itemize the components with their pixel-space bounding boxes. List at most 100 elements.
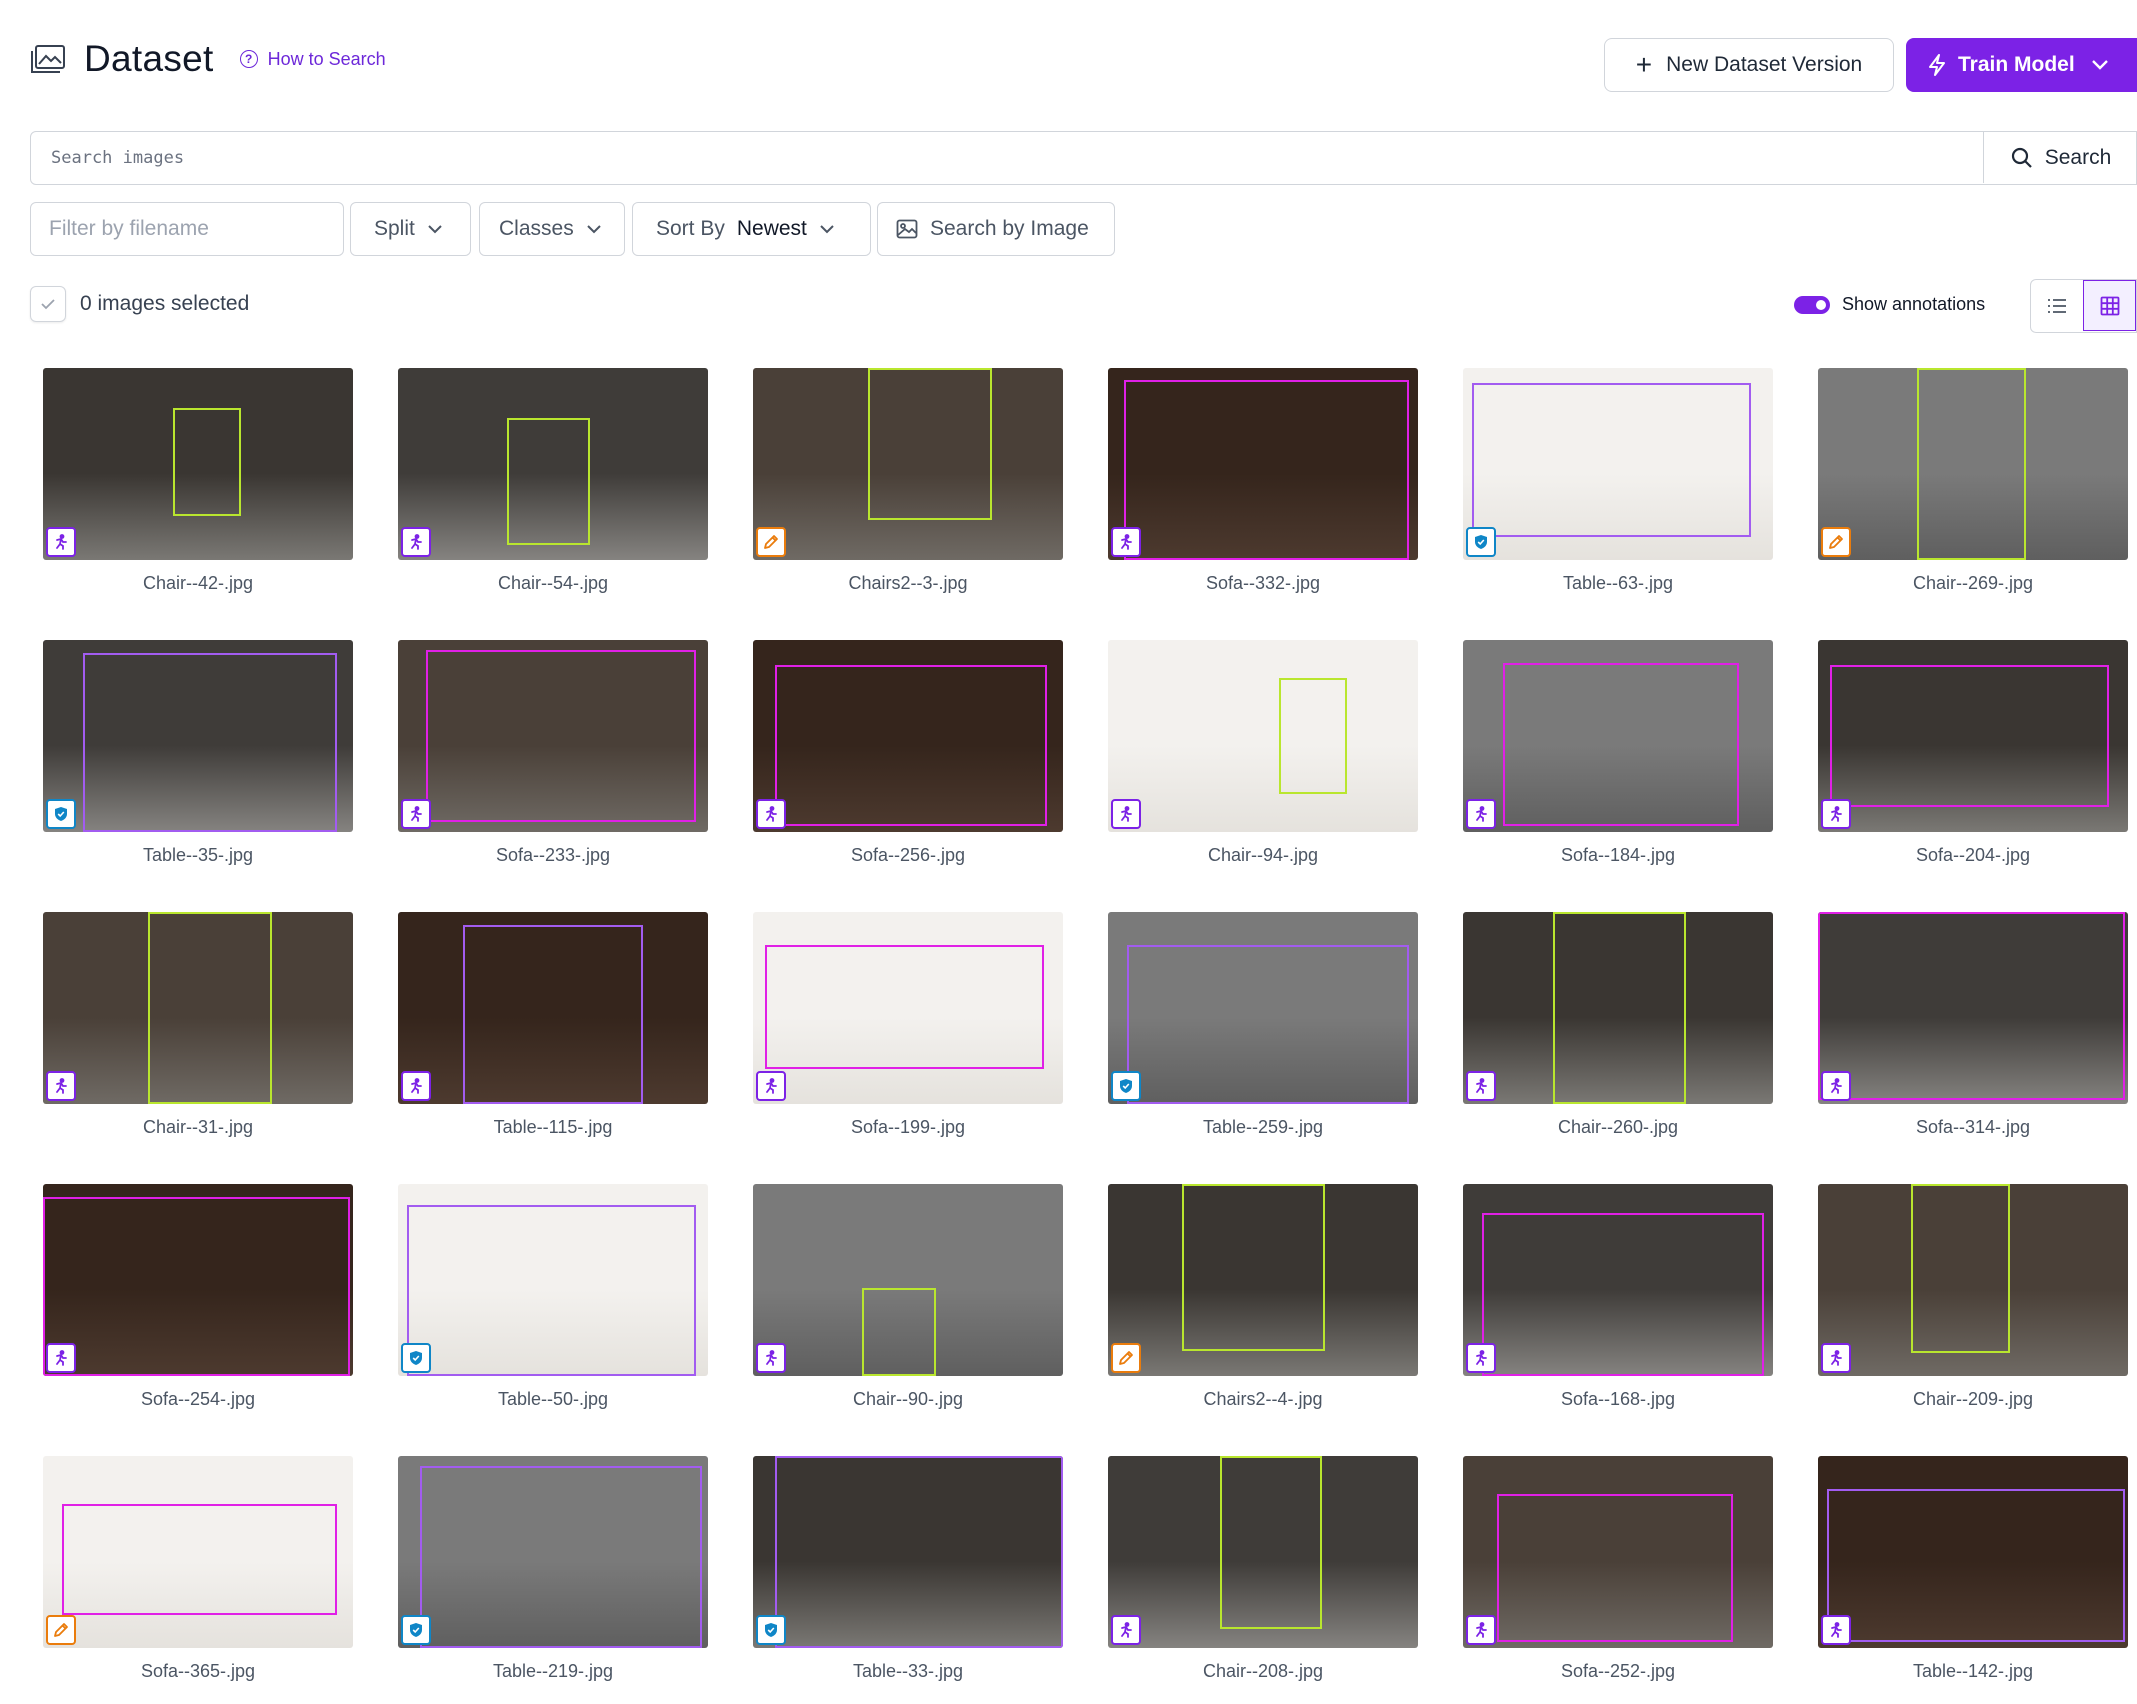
image-card[interactable]: Sofa--332-.jpg [1108, 368, 1418, 594]
image-filename: Table--219-.jpg [492, 1661, 614, 1681]
image-thumbnail[interactable] [753, 368, 1063, 560]
image-thumbnail[interactable] [1463, 912, 1773, 1104]
classes-dropdown[interactable]: Classes [479, 202, 625, 256]
search-button[interactable]: Search [1983, 132, 2137, 183]
image-card[interactable]: Chair--269-.jpg [1818, 368, 2128, 594]
image-thumbnail[interactable] [1818, 640, 2128, 832]
image-card[interactable]: Sofa--204-.jpg [1818, 640, 2128, 866]
image-card[interactable]: Chairs2--4-.jpg [1108, 1184, 1418, 1410]
image-thumbnail[interactable] [43, 368, 353, 560]
image-card[interactable]: Chair--31-.jpg [43, 912, 353, 1138]
image-filename: Table--259-.jpg [1202, 1117, 1324, 1137]
image-filename: Sofa--256-.jpg [850, 845, 966, 865]
annotation-box [506, 417, 591, 545]
image-card[interactable]: Chair--42-.jpg [43, 368, 353, 594]
annotation-box [1552, 912, 1687, 1104]
image-card[interactable]: Sofa--365-.jpg [43, 1456, 353, 1682]
annotation-box [61, 1504, 338, 1616]
image-card[interactable]: Table--63-.jpg [1463, 368, 1773, 594]
image-card[interactable]: Sofa--252-.jpg [1463, 1456, 1773, 1682]
image-card[interactable]: Table--142-.jpg [1818, 1456, 2128, 1682]
image-icon [896, 219, 918, 239]
search-by-image-button[interactable]: Search by Image [877, 202, 1115, 256]
train-split-badge-icon [1821, 1615, 1851, 1645]
grid-view-button[interactable] [2083, 280, 2136, 331]
image-thumbnail[interactable] [753, 1184, 1063, 1376]
image-thumbnail[interactable] [398, 640, 708, 832]
image-thumbnail[interactable] [1818, 1456, 2128, 1648]
image-thumbnail[interactable] [1818, 912, 2128, 1104]
valid-split-badge-icon [46, 799, 76, 829]
image-thumbnail[interactable] [1463, 1184, 1773, 1376]
train-model-button[interactable]: Train Model [1906, 38, 2137, 92]
split-dropdown[interactable]: Split [350, 202, 471, 256]
image-thumbnail[interactable] [398, 912, 708, 1104]
train-split-badge-icon [756, 1343, 786, 1373]
image-thumbnail[interactable] [1108, 1456, 1418, 1648]
image-thumbnail[interactable] [43, 1456, 353, 1648]
valid-split-badge-icon [756, 1615, 786, 1645]
image-thumbnail[interactable] [1463, 368, 1773, 560]
image-card[interactable]: Chair--208-.jpg [1108, 1456, 1418, 1682]
image-card[interactable]: Chair--94-.jpg [1108, 640, 1418, 866]
image-thumbnail[interactable] [753, 640, 1063, 832]
image-thumbnail[interactable] [1463, 640, 1773, 832]
image-card[interactable]: Sofa--199-.jpg [753, 912, 1063, 1138]
train-split-badge-icon [1111, 1615, 1141, 1645]
image-thumbnail[interactable] [1108, 1184, 1418, 1376]
image-card[interactable]: Sofa--233-.jpg [398, 640, 708, 866]
train-split-badge-icon [1466, 1343, 1496, 1373]
filename-filter-input[interactable] [31, 217, 343, 241]
new-dataset-version-label: New Dataset Version [1666, 53, 1863, 76]
image-card[interactable]: Sofa--184-.jpg [1463, 640, 1773, 866]
image-card[interactable]: Chair--209-.jpg [1818, 1184, 2128, 1410]
show-annotations-control: Show annotations [1794, 294, 1985, 315]
image-card[interactable]: Sofa--314-.jpg [1818, 912, 2128, 1138]
image-thumbnail[interactable] [398, 1184, 708, 1376]
new-dataset-version-button[interactable]: + New Dataset Version [1604, 38, 1894, 92]
image-thumbnail[interactable] [1108, 912, 1418, 1104]
image-thumbnail[interactable] [43, 640, 353, 832]
image-card[interactable]: Table--259-.jpg [1108, 912, 1418, 1138]
image-thumbnail[interactable] [398, 368, 708, 560]
list-view-button[interactable] [2031, 280, 2083, 331]
train-split-badge-icon [1821, 1071, 1851, 1101]
image-filename: Table--33-.jpg [852, 1661, 964, 1681]
how-to-search-link[interactable]: ? How to Search [239, 49, 386, 70]
image-thumbnail[interactable] [1108, 368, 1418, 560]
image-thumbnail[interactable] [753, 1456, 1063, 1648]
image-card[interactable]: Table--219-.jpg [398, 1456, 708, 1682]
image-thumbnail[interactable] [1108, 640, 1418, 832]
image-card[interactable]: Chair--54-.jpg [398, 368, 708, 594]
search-input[interactable] [31, 132, 2136, 184]
image-thumbnail[interactable] [753, 912, 1063, 1104]
image-card[interactable]: Table--33-.jpg [753, 1456, 1063, 1682]
image-thumbnail[interactable] [398, 1456, 708, 1648]
image-card[interactable]: Table--50-.jpg [398, 1184, 708, 1410]
image-card[interactable]: Table--35-.jpg [43, 640, 353, 866]
image-thumbnail[interactable] [1463, 1456, 1773, 1648]
image-card[interactable]: Sofa--254-.jpg [43, 1184, 353, 1410]
image-card[interactable]: Chair--90-.jpg [753, 1184, 1063, 1410]
show-annotations-label: Show annotations [1842, 294, 1986, 314]
image-card[interactable]: Sofa--168-.jpg [1463, 1184, 1773, 1410]
annotation-box [1126, 944, 1409, 1104]
select-all-checkbox[interactable] [30, 286, 66, 322]
lightning-icon [1929, 54, 1945, 76]
image-card[interactable]: Table--115-.jpg [398, 912, 708, 1138]
search-by-image-label: Search by Image [930, 217, 1089, 240]
test-split-badge-icon [1821, 527, 1851, 557]
image-thumbnail[interactable] [1818, 368, 2128, 560]
image-filename: Table--115-.jpg [493, 1117, 613, 1137]
image-thumbnail[interactable] [1818, 1184, 2128, 1376]
show-annotations-toggle[interactable] [1794, 295, 1830, 314]
image-thumbnail[interactable] [43, 912, 353, 1104]
image-card[interactable]: Chairs2--3-.jpg [753, 368, 1063, 594]
search-icon [2011, 147, 2032, 168]
image-thumbnail[interactable] [43, 1184, 353, 1376]
sort-dropdown[interactable]: Sort By Newest [632, 202, 871, 256]
annotation-box [1827, 1488, 2125, 1643]
image-card[interactable]: Chair--260-.jpg [1463, 912, 1773, 1138]
image-card[interactable]: Sofa--256-.jpg [753, 640, 1063, 866]
dataset-page: Dataset ? How to Search + New Dataset Ve… [0, 0, 2137, 1704]
